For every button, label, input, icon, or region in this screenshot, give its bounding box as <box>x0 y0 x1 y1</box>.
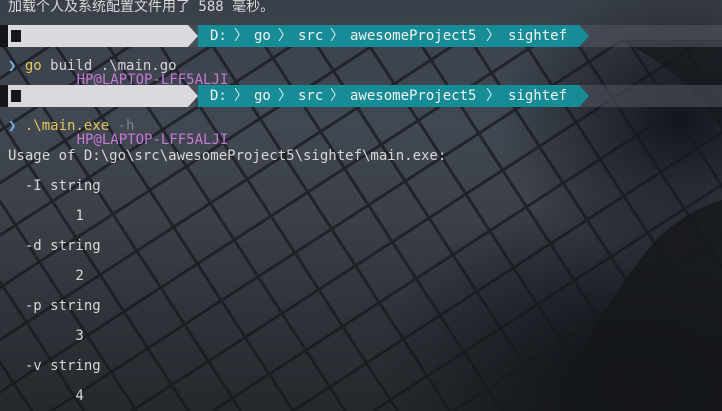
prompt-chevron-icon: ❯ <box>8 118 17 134</box>
output-line: -I string <box>8 178 101 194</box>
path-crumb: awesomeProject5 <box>350 88 477 104</box>
segment-arrow-icon <box>579 25 589 47</box>
path-crumb: go <box>254 28 271 44</box>
output-line: -v string <box>8 358 101 374</box>
chevron-right-icon: 〉 <box>486 88 500 104</box>
output-line: Usage of D:\go\src\awesomeProject5\sight… <box>8 148 447 164</box>
chevron-right-icon: 〉 <box>330 28 344 44</box>
path-crumb: D: <box>210 88 227 104</box>
prompt-bar: HP@LAPTOP-LFF5ALJI D: 〉 go 〉 src 〉 aweso… <box>0 85 722 148</box>
chevron-right-icon: 〉 <box>278 88 292 104</box>
segment-arrow-icon <box>579 85 589 107</box>
chevron-right-icon: 〉 <box>234 28 248 44</box>
os-icon <box>11 90 21 102</box>
chevron-right-icon: 〉 <box>278 28 292 44</box>
output-line: 4 <box>8 388 84 404</box>
command-line: ❯ .\main.exe -h <box>8 116 134 136</box>
os-icon <box>11 30 21 42</box>
output-line: 1 <box>8 208 84 224</box>
prompt-chevron-icon: ❯ <box>8 58 17 74</box>
path-crumb: awesomeProject5 <box>350 28 477 44</box>
output-line: -d string <box>8 238 101 254</box>
profile-load-message: 加载个人及系统配置文件用了 588 毫秒。 <box>8 0 275 15</box>
path-crumb: sightef <box>508 28 568 44</box>
chevron-right-icon: 〉 <box>330 88 344 104</box>
prompt-start-segment <box>0 25 8 47</box>
prompt-bar: HP@LAPTOP-LFF5ALJI D: 〉 go 〉 src 〉 aweso… <box>0 25 722 88</box>
path-crumb: go <box>254 88 271 104</box>
path-crumb: sightef <box>508 88 568 104</box>
terminal-window: 加载个人及系统配置文件用了 588 毫秒。 HP@LAPTOP-LFF5ALJI… <box>0 0 722 411</box>
command-args: build .\main.go <box>41 58 177 74</box>
prompt-start-segment <box>0 85 8 107</box>
prompt-path-segment: D: 〉 go 〉 src 〉 awesomeProject5 〉 sighte… <box>198 25 579 47</box>
chevron-right-icon: 〉 <box>234 88 248 104</box>
command-flag: -h <box>117 118 135 134</box>
output-line: -p string <box>8 298 101 314</box>
output-line: 2 <box>8 268 84 284</box>
output-line: 3 <box>8 328 84 344</box>
command-args <box>109 118 117 134</box>
chevron-right-icon: 〉 <box>486 28 500 44</box>
prompt-host-segment: HP@LAPTOP-LFF5ALJI <box>8 25 228 88</box>
command-name: .\main.exe <box>24 118 110 134</box>
path-crumb: D: <box>210 28 227 44</box>
segment-arrow-icon <box>188 25 198 47</box>
command-line: ❯ go build .\main.go <box>8 56 177 76</box>
path-crumb: src <box>298 28 324 44</box>
segment-arrow-icon <box>188 85 198 107</box>
prompt-host-segment: HP@LAPTOP-LFF5ALJI <box>8 85 228 148</box>
prompt-path-segment: D: 〉 go 〉 src 〉 awesomeProject5 〉 sighte… <box>198 85 579 107</box>
command-name: go <box>24 58 42 74</box>
path-crumb: src <box>298 88 324 104</box>
